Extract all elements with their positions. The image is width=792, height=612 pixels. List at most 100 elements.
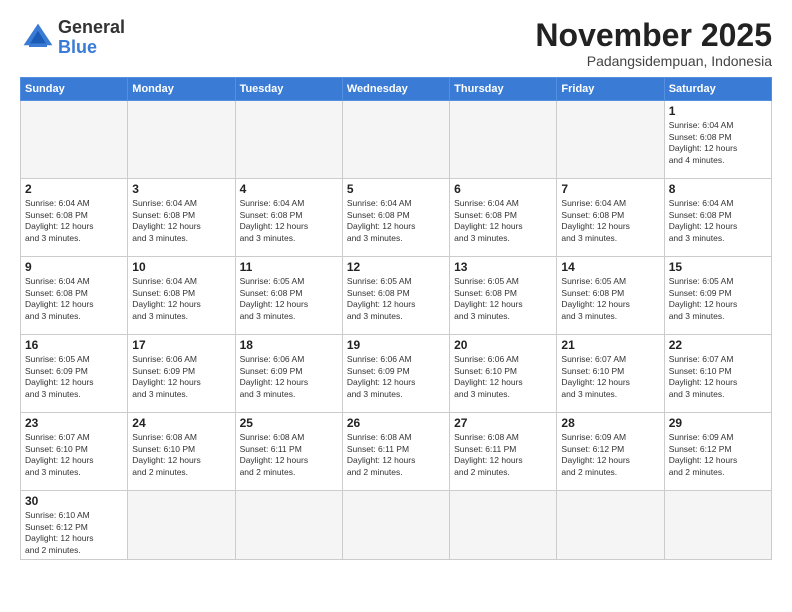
- calendar-cell: 9 Sunrise: 6:04 AM Sunset: 6:08 PM Daylig…: [21, 257, 128, 335]
- calendar-cell: 26Sunrise: 6:08 AM Sunset: 6:11 PM Dayli…: [342, 413, 449, 491]
- day-number: 5: [347, 182, 445, 196]
- day-info: Sunrise: 6:08 AM Sunset: 6:11 PM Dayligh…: [454, 432, 552, 478]
- day-number: 1: [669, 104, 767, 118]
- day-info: Sunrise: 6:05 AM Sunset: 6:08 PM Dayligh…: [240, 276, 338, 322]
- calendar-cell: 25Sunrise: 6:08 AM Sunset: 6:11 PM Dayli…: [235, 413, 342, 491]
- day-number: 24: [132, 416, 230, 430]
- day-info: Sunrise: 6:06 AM Sunset: 6:09 PM Dayligh…: [240, 354, 338, 400]
- calendar-header-row: Sunday Monday Tuesday Wednesday Thursday…: [21, 78, 772, 101]
- calendar-cell: 10 Sunrise: 6:04 AM Sunset: 6:08 PM Dayli…: [128, 257, 235, 335]
- calendar-cell: [342, 491, 449, 560]
- day-info: Sunrise: 6:06 AM Sunset: 6:09 PM Dayligh…: [132, 354, 230, 400]
- header: General Blue November 2025 Padangsidempu…: [20, 18, 772, 69]
- calendar-cell: 30 Sunrise: 6:10 AM Sunset: 6:12 PM Dayli…: [21, 491, 128, 560]
- col-wednesday: Wednesday: [342, 78, 449, 101]
- calendar-cell: 29 Sunrise: 6:09 AM Sunset: 6:12 PM Dayli…: [664, 413, 771, 491]
- calendar-cell: 23Sunrise: 6:07 AM Sunset: 6:10 PM Dayli…: [21, 413, 128, 491]
- day-info: Sunrise: 6:05 AM Sunset: 6:09 PM Dayligh…: [25, 354, 123, 400]
- calendar-cell: 21 Sunrise: 6:07 AM Sunset: 6:10 PM Dayli…: [557, 335, 664, 413]
- day-info: Sunrise: 6:09 AM Sunset: 6:12 PM Dayligh…: [669, 432, 767, 478]
- calendar-table: Sunday Monday Tuesday Wednesday Thursday…: [20, 77, 772, 560]
- month-title: November 2025: [535, 18, 772, 53]
- col-saturday: Saturday: [664, 78, 771, 101]
- day-number: 25: [240, 416, 338, 430]
- day-number: 9: [25, 260, 123, 274]
- day-info: Sunrise: 6:04 AM Sunset: 6:08 PM Dayligh…: [454, 198, 552, 244]
- calendar-cell: [235, 491, 342, 560]
- calendar-cell: [557, 491, 664, 560]
- day-info: Sunrise: 6:05 AM Sunset: 6:08 PM Dayligh…: [347, 276, 445, 322]
- calendar-cell: 5 Sunrise: 6:04 AM Sunset: 6:08 PM Daylig…: [342, 179, 449, 257]
- calendar-cell: 8 Sunrise: 6:04 AM Sunset: 6:08 PM Daylig…: [664, 179, 771, 257]
- calendar-cell: 24 Sunrise: 6:08 AM Sunset: 6:10 PM Dayli…: [128, 413, 235, 491]
- day-number: 3: [132, 182, 230, 196]
- calendar-cell: [235, 101, 342, 179]
- day-number: 28: [561, 416, 659, 430]
- day-number: 8: [669, 182, 767, 196]
- day-info: Sunrise: 6:04 AM Sunset: 6:08 PM Dayligh…: [669, 198, 767, 244]
- calendar-cell: [664, 491, 771, 560]
- day-number: 18: [240, 338, 338, 352]
- day-info: Sunrise: 6:07 AM Sunset: 6:10 PM Dayligh…: [561, 354, 659, 400]
- day-number: 30: [25, 494, 123, 508]
- calendar-cell: 16 Sunrise: 6:05 AM Sunset: 6:09 PM Dayli…: [21, 335, 128, 413]
- col-tuesday: Tuesday: [235, 78, 342, 101]
- day-number: 6: [454, 182, 552, 196]
- day-info: Sunrise: 6:04 AM Sunset: 6:08 PM Dayligh…: [25, 276, 123, 322]
- logo-general: General: [58, 17, 125, 37]
- day-number: 16: [25, 338, 123, 352]
- logo: General Blue: [20, 18, 125, 58]
- day-info: Sunrise: 6:10 AM Sunset: 6:12 PM Dayligh…: [25, 510, 123, 556]
- calendar-cell: 17 Sunrise: 6:06 AM Sunset: 6:09 PM Dayli…: [128, 335, 235, 413]
- calendar-cell: [128, 101, 235, 179]
- logo-text: General Blue: [58, 18, 125, 58]
- day-number: 23: [25, 416, 123, 430]
- day-number: 22: [669, 338, 767, 352]
- calendar-cell: 19 Sunrise: 6:06 AM Sunset: 6:09 PM Dayli…: [342, 335, 449, 413]
- calendar-cell: [450, 101, 557, 179]
- calendar-cell: [450, 491, 557, 560]
- day-number: 29: [669, 416, 767, 430]
- day-info: Sunrise: 6:08 AM Sunset: 6:10 PM Dayligh…: [132, 432, 230, 478]
- day-number: 14: [561, 260, 659, 274]
- calendar-cell: [342, 101, 449, 179]
- calendar-cell: 4Sunrise: 6:04 AM Sunset: 6:08 PM Daylig…: [235, 179, 342, 257]
- calendar-cell: 15Sunrise: 6:05 AM Sunset: 6:09 PM Dayli…: [664, 257, 771, 335]
- day-number: 12: [347, 260, 445, 274]
- calendar-cell: 22 Sunrise: 6:07 AM Sunset: 6:10 PM Dayli…: [664, 335, 771, 413]
- title-block: November 2025 Padangsidempuan, Indonesia: [535, 18, 772, 69]
- logo-icon: [20, 20, 56, 56]
- calendar-cell: 2Sunrise: 6:04 AM Sunset: 6:08 PM Daylig…: [21, 179, 128, 257]
- day-number: 11: [240, 260, 338, 274]
- logo-blue: Blue: [58, 37, 97, 57]
- day-number: 10: [132, 260, 230, 274]
- day-number: 13: [454, 260, 552, 274]
- day-number: 21: [561, 338, 659, 352]
- day-info: Sunrise: 6:04 AM Sunset: 6:08 PM Dayligh…: [669, 120, 767, 166]
- calendar-cell: [128, 491, 235, 560]
- calendar-cell: 3 Sunrise: 6:04 AM Sunset: 6:08 PM Daylig…: [128, 179, 235, 257]
- page: General Blue November 2025 Padangsidempu…: [0, 0, 792, 612]
- col-friday: Friday: [557, 78, 664, 101]
- col-thursday: Thursday: [450, 78, 557, 101]
- subtitle: Padangsidempuan, Indonesia: [535, 53, 772, 69]
- calendar-cell: 18 Sunrise: 6:06 AM Sunset: 6:09 PM Dayli…: [235, 335, 342, 413]
- col-monday: Monday: [128, 78, 235, 101]
- day-info: Sunrise: 6:07 AM Sunset: 6:10 PM Dayligh…: [669, 354, 767, 400]
- day-info: Sunrise: 6:05 AM Sunset: 6:08 PM Dayligh…: [561, 276, 659, 322]
- calendar-cell: 1 Sunrise: 6:04 AM Sunset: 6:08 PM Daylig…: [664, 101, 771, 179]
- calendar-cell: 7Sunrise: 6:04 AM Sunset: 6:08 PM Daylig…: [557, 179, 664, 257]
- day-number: 19: [347, 338, 445, 352]
- day-info: Sunrise: 6:04 AM Sunset: 6:08 PM Dayligh…: [132, 198, 230, 244]
- col-sunday: Sunday: [21, 78, 128, 101]
- day-number: 7: [561, 182, 659, 196]
- day-info: Sunrise: 6:06 AM Sunset: 6:10 PM Dayligh…: [454, 354, 552, 400]
- day-info: Sunrise: 6:04 AM Sunset: 6:08 PM Dayligh…: [132, 276, 230, 322]
- day-info: Sunrise: 6:04 AM Sunset: 6:08 PM Dayligh…: [347, 198, 445, 244]
- calendar-cell: [557, 101, 664, 179]
- day-number: 17: [132, 338, 230, 352]
- calendar-cell: [21, 101, 128, 179]
- day-info: Sunrise: 6:06 AM Sunset: 6:09 PM Dayligh…: [347, 354, 445, 400]
- calendar-cell: 13Sunrise: 6:05 AM Sunset: 6:08 PM Dayli…: [450, 257, 557, 335]
- calendar-cell: 6 Sunrise: 6:04 AM Sunset: 6:08 PM Daylig…: [450, 179, 557, 257]
